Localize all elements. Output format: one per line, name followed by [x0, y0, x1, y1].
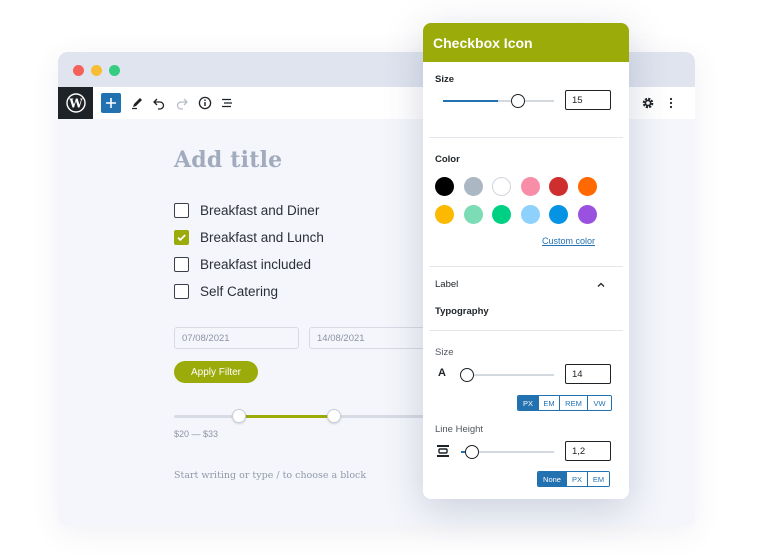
checkbox-unchecked[interactable] [174, 256, 189, 272]
divider [429, 266, 623, 267]
checkbox-checked[interactable] [174, 229, 189, 245]
unit-em-button[interactable]: EM [588, 472, 609, 486]
checkbox-item[interactable]: Breakfast included [174, 255, 311, 273]
font-size-slider[interactable] [460, 368, 554, 382]
icon-size-label: Size [435, 74, 455, 85]
color-swatch-black[interactable] [435, 177, 454, 196]
settings-gear-icon[interactable] [638, 93, 658, 113]
color-swatch-green[interactable] [492, 205, 511, 224]
checkbox-item[interactable]: Breakfast and Diner [174, 201, 319, 219]
more-options-icon[interactable] [661, 93, 681, 113]
minimize-window-dot[interactable] [91, 65, 102, 76]
font-size-unit-group: PX EM REM VW [517, 395, 612, 411]
color-swatch-orange[interactable] [578, 177, 597, 196]
checkbox-label: Self Catering [200, 283, 279, 299]
price-range-fill [239, 415, 334, 418]
color-swatch-light-blue[interactable] [521, 205, 540, 224]
panel-title: Checkbox Icon [423, 23, 629, 62]
stage: W Add title Breakfast and Diner Breakfas… [0, 0, 760, 560]
color-swatch-white[interactable] [492, 177, 511, 196]
block-placeholder[interactable]: Start writing or type / to choose a bloc… [174, 470, 366, 481]
checkbox-icon-panel: Checkbox Icon Size 15 Color Custom color… [423, 23, 629, 499]
checkbox-unchecked[interactable] [174, 202, 189, 218]
icon-size-slider-fill [443, 100, 498, 102]
font-size-icon: A [438, 367, 446, 379]
icon-size-slider[interactable] [443, 94, 554, 108]
info-icon[interactable] [195, 93, 215, 113]
line-height-icon [436, 444, 450, 458]
chevron-up-icon[interactable] [595, 278, 607, 290]
label-section-title[interactable]: Label [435, 279, 458, 290]
edit-pencil-icon[interactable] [127, 93, 147, 113]
divider [429, 137, 623, 138]
color-swatch-purple[interactable] [578, 205, 597, 224]
checkbox-label: Breakfast and Diner [200, 202, 320, 218]
checkbox-item[interactable]: Breakfast and Lunch [174, 228, 324, 246]
font-size-slider-handle[interactable] [460, 368, 474, 382]
line-height-unit-group: None PX EM [537, 471, 610, 487]
date-from-input[interactable]: 07/08/2021 [174, 327, 299, 349]
checkbox-label: Breakfast and Lunch [200, 229, 324, 245]
unit-em-button[interactable]: EM [539, 396, 560, 410]
post-title-placeholder[interactable]: Add title [174, 147, 282, 173]
undo-icon[interactable] [149, 93, 169, 113]
custom-color-link[interactable]: Custom color [542, 236, 595, 246]
checkmark-icon [177, 233, 186, 241]
unit-px-button[interactable]: PX [567, 472, 588, 486]
line-height-input[interactable]: 1,2 [565, 441, 611, 461]
font-size-label: Size [435, 347, 454, 358]
list-view-icon[interactable] [217, 93, 237, 113]
price-range-label: $20 — $33 [174, 429, 219, 439]
maximize-window-dot[interactable] [109, 65, 120, 76]
font-size-input[interactable]: 14 [565, 364, 611, 384]
color-swatch-light-green[interactable] [464, 205, 483, 224]
checkbox-label: Breakfast included [200, 256, 312, 272]
unit-px-button[interactable]: PX [518, 396, 539, 410]
color-swatch-gray[interactable] [464, 177, 483, 196]
line-height-slider[interactable] [461, 445, 554, 459]
line-height-slider-handle[interactable] [465, 445, 479, 459]
date-to-input[interactable]: 14/08/2021 [309, 327, 429, 349]
color-swatch-pink[interactable] [521, 177, 540, 196]
redo-icon[interactable] [172, 93, 192, 113]
apply-filter-button[interactable]: Apply Filter [174, 361, 258, 383]
checkbox-item[interactable]: Self Catering [174, 282, 278, 300]
icon-size-slider-handle[interactable] [511, 94, 525, 108]
divider [429, 330, 623, 331]
unit-vw-button[interactable]: VW [588, 396, 611, 410]
unit-rem-button[interactable]: REM [560, 396, 588, 410]
color-swatch-amber[interactable] [435, 205, 454, 224]
add-block-button[interactable] [101, 93, 121, 113]
checkbox-unchecked[interactable] [174, 283, 189, 299]
typography-label: Typography [435, 306, 489, 317]
line-height-label: Line Height [435, 424, 484, 435]
unit-none-button[interactable]: None [538, 472, 567, 486]
price-range-max-handle[interactable] [327, 409, 341, 423]
price-range-min-handle[interactable] [232, 409, 246, 423]
color-swatch-blue[interactable] [549, 205, 568, 224]
wordpress-logo-icon[interactable]: W [58, 87, 93, 119]
close-window-dot[interactable] [73, 65, 84, 76]
color-label: Color [435, 154, 460, 165]
color-swatch-red[interactable] [549, 177, 568, 196]
svg-text:W: W [68, 97, 83, 111]
icon-size-input[interactable]: 15 [565, 90, 611, 110]
